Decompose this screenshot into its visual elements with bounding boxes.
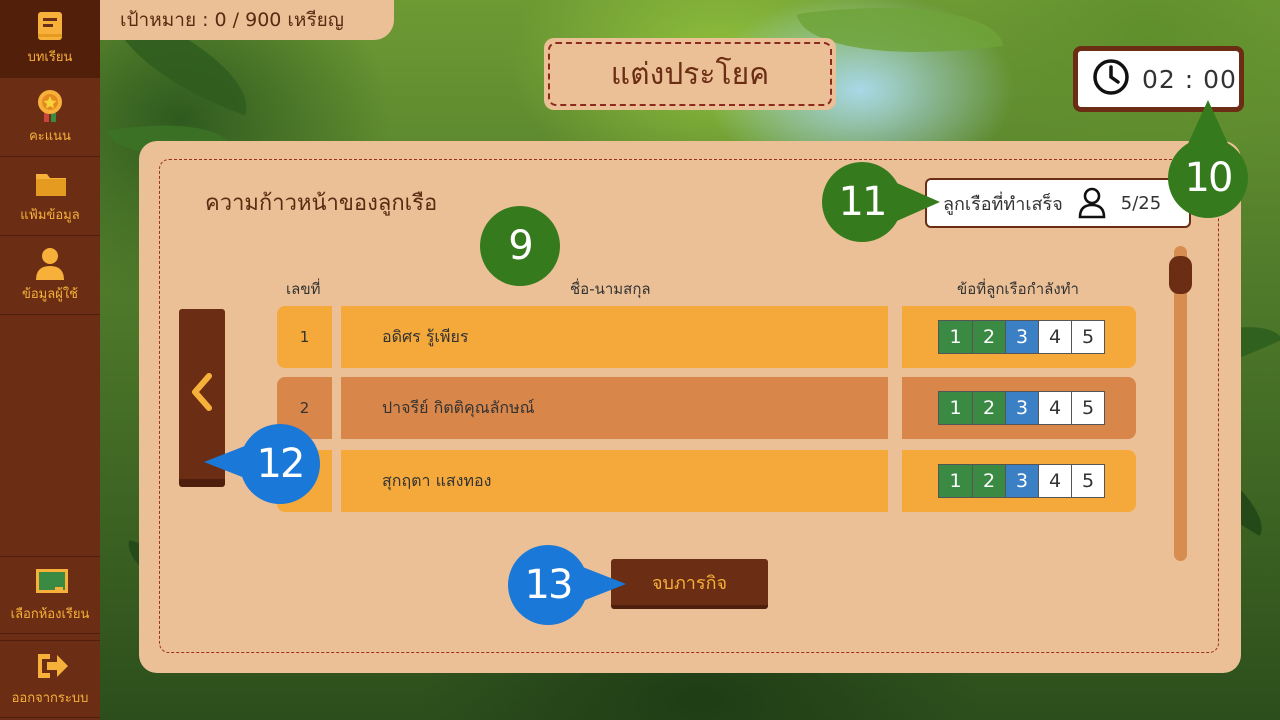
question-progress-cells: 1 2 3 4 5 bbox=[938, 320, 1105, 354]
user-icon bbox=[1077, 187, 1107, 219]
table-row[interactable]: 2 ปาจรีย์ กิตติคุณลักษณ์ 1 2 3 4 5 bbox=[277, 377, 1137, 439]
row-name: ปาจรีย์ กิตติคุณลักษณ์ bbox=[341, 377, 888, 439]
page-title: แต่งประโยค bbox=[548, 42, 832, 106]
completed-crew-box: ลูกเรือที่ทำเสร็จ 5/25 bbox=[925, 178, 1191, 228]
callout-marker-9: 9 bbox=[480, 206, 560, 286]
sidebar-item-label: แฟ้มข้อมูล bbox=[20, 208, 80, 223]
sidebar-item-label: บทเรียน bbox=[27, 50, 73, 65]
row-progress: 1 2 3 4 5 bbox=[902, 377, 1136, 439]
folder-icon bbox=[35, 168, 66, 200]
activity-title-box: แต่งประโยค bbox=[544, 38, 836, 110]
question-progress-cells: 1 2 3 4 5 bbox=[938, 391, 1105, 425]
question-cell-done: 2 bbox=[972, 321, 1005, 353]
question-cell-pending: 4 bbox=[1038, 321, 1071, 353]
sidebar-item-select-classroom[interactable]: เลือกห้องเรียน bbox=[0, 556, 100, 634]
user-icon bbox=[35, 247, 65, 280]
question-cell-current: 3 bbox=[1005, 392, 1038, 424]
column-header-name: ชื่อ-นามสกุล bbox=[570, 280, 651, 298]
end-mission-button[interactable]: จบภารกิจ bbox=[611, 559, 768, 609]
sidebar-item-label: คะแนน bbox=[29, 129, 71, 144]
question-cell-pending: 5 bbox=[1071, 465, 1104, 497]
sidebar-item-label: เลือกห้องเรียน bbox=[10, 606, 90, 622]
callout-marker-10: 10 bbox=[1168, 138, 1248, 218]
question-cell-done: 1 bbox=[939, 465, 972, 497]
medal-icon bbox=[35, 89, 65, 122]
classroom-board-icon bbox=[35, 567, 68, 599]
table-row[interactable]: 1 อดิศร รู้เพียร 1 2 3 4 5 bbox=[277, 306, 1137, 368]
question-cell-done: 1 bbox=[939, 392, 972, 424]
question-cell-current: 3 bbox=[1005, 465, 1038, 497]
scrollbar-thumb[interactable] bbox=[1169, 256, 1192, 294]
sidebar-item-user-info[interactable]: ข้อมูลผู้ใช้ bbox=[0, 237, 100, 315]
callout-marker-13: 13 bbox=[508, 545, 588, 625]
callout-marker-11: 11 bbox=[822, 162, 902, 242]
crew-progress-panel: ความก้าวหน้าของลูกเรือ ลูกเรือที่ทำเสร็จ… bbox=[139, 141, 1241, 673]
row-name: สุกฤตา แสงทอง bbox=[341, 450, 888, 512]
completed-count: 5/25 bbox=[1120, 192, 1162, 214]
question-progress-cells: 1 2 3 4 5 bbox=[938, 464, 1105, 498]
question-cell-pending: 4 bbox=[1038, 465, 1071, 497]
completed-label: ลูกเรือที่ทำเสร็จ bbox=[943, 193, 1063, 215]
panel-title: ความก้าวหน้าของลูกเรือ bbox=[205, 191, 438, 216]
clock-icon bbox=[1092, 58, 1130, 100]
column-header-number: เลขที่ bbox=[286, 280, 321, 298]
column-header-progress: ข้อที่ลูกเรือกำลังทำ bbox=[957, 280, 1079, 298]
row-progress: 1 2 3 4 5 bbox=[902, 450, 1136, 512]
table-row[interactable]: 3 สุกฤตา แสงทอง 1 2 3 4 5 bbox=[277, 450, 1137, 512]
logout-icon bbox=[35, 651, 68, 683]
question-cell-pending: 5 bbox=[1071, 392, 1104, 424]
question-cell-pending: 4 bbox=[1038, 392, 1071, 424]
row-number: 1 bbox=[277, 306, 332, 368]
question-cell-current: 3 bbox=[1005, 321, 1038, 353]
scrollbar[interactable] bbox=[1169, 246, 1192, 561]
goal-indicator: เป้าหมาย : 0 / 900 เหรียญ bbox=[100, 0, 394, 40]
question-cell-done: 1 bbox=[939, 321, 972, 353]
callout-marker-12: 12 bbox=[240, 424, 320, 504]
book-icon bbox=[35, 10, 65, 42]
timer-value: 02 : 00 bbox=[1142, 64, 1237, 94]
question-cell-pending: 5 bbox=[1071, 321, 1104, 353]
sidebar-item-files[interactable]: แฟ้มข้อมูล bbox=[0, 158, 100, 236]
sidebar-item-lessons[interactable]: บทเรียน bbox=[0, 0, 100, 78]
sidebar-item-label: ข้อมูลผู้ใช้ bbox=[21, 287, 79, 302]
sidebar-item-label: ออกจากระบบ bbox=[11, 690, 89, 706]
row-progress: 1 2 3 4 5 bbox=[902, 306, 1136, 368]
sidebar-item-logout[interactable]: ออกจากระบบ bbox=[0, 640, 100, 718]
sidebar-item-score[interactable]: คะแนน bbox=[0, 79, 100, 157]
sidebar: บทเรียน คะแนน แฟ้มข้อมูล ข้อมูลผู้ใช้ เล… bbox=[0, 0, 100, 720]
row-name: อดิศร รู้เพียร bbox=[341, 306, 888, 368]
chevron-left-icon bbox=[189, 372, 215, 416]
question-cell-done: 2 bbox=[972, 392, 1005, 424]
question-cell-done: 2 bbox=[972, 465, 1005, 497]
